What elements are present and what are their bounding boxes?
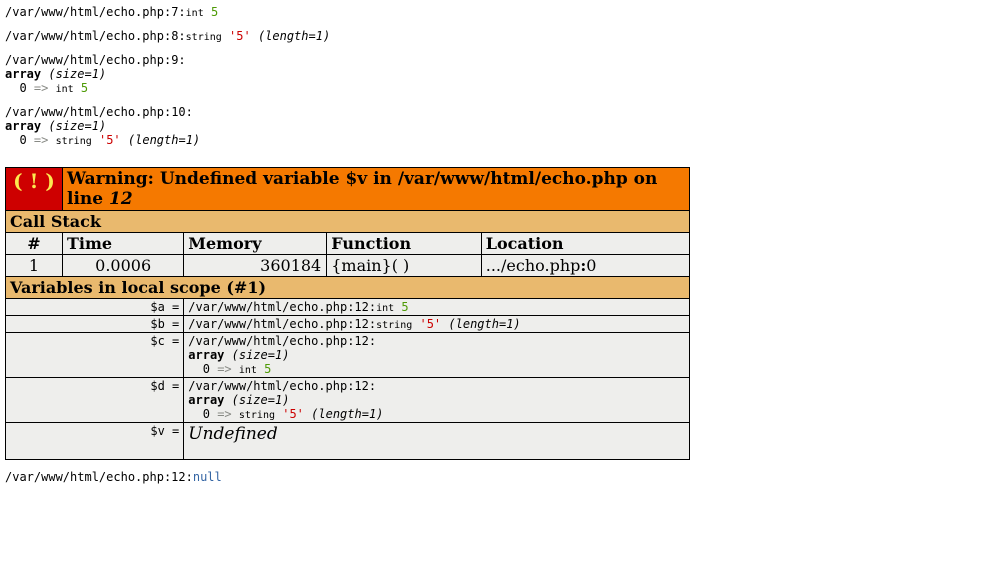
col-time: Time [63,233,184,255]
warning-header-row: ( ! ) Warning: Undefined variable $v in … [6,168,690,211]
var-row-b: $b = /var/www/html/echo.php:12:string '5… [6,316,690,333]
var-label-d: $d = [6,378,184,423]
var-dump-line-7: /var/www/html/echo.php:7:int 5 [5,5,982,19]
col-location: Location [481,233,689,255]
stack-frame-time: 0.0006 [63,255,184,277]
callstack-row: 1 0.0006 360184 {main}( ) .../echo.php:0 [6,255,690,277]
var-label-c: $c = [6,333,184,378]
warning-message: Warning: Undefined variable $v in /var/w… [63,168,690,211]
var-value-d: /var/www/html/echo.php:12: array (size=1… [184,378,690,423]
xdebug-warning-table: ( ! ) Warning: Undefined variable $v in … [5,167,690,460]
callstack-columns: # Time Memory Function Location [6,233,690,255]
var-value-a: /var/www/html/echo.php:12:int 5 [184,299,690,316]
var-value-v: Undefined [184,423,690,460]
var-label-b: $b = [6,316,184,333]
var-dump-line-10: /var/www/html/echo.php:10: array (size=1… [5,105,982,147]
localvars-title: Variables in local scope (#1) [6,277,690,299]
stack-frame-function: {main}( ) [327,255,482,277]
var-row-a: $a = /var/www/html/echo.php:12:int 5 [6,299,690,316]
localvars-header-row: Variables in local scope (#1) [6,277,690,299]
col-memory: Memory [184,233,327,255]
var-dump-line-8: /var/www/html/echo.php:8:string '5' (len… [5,29,982,43]
col-num: # [6,233,63,255]
var-value-b: /var/www/html/echo.php:12:string '5' (le… [184,316,690,333]
stack-frame-location: .../echo.php:0 [481,255,689,277]
var-row-c: $c = /var/www/html/echo.php:12: array (s… [6,333,690,378]
var-row-v: $v = Undefined [6,423,690,460]
stack-frame-memory: 360184 [184,255,327,277]
warning-bang-icon: ( ! ) [6,168,63,211]
callstack-header-row: Call Stack [6,211,690,233]
callstack-title: Call Stack [6,211,690,233]
var-dump-line-12-null: /var/www/html/echo.php:12:null [5,470,982,484]
var-value-c: /var/www/html/echo.php:12: array (size=1… [184,333,690,378]
var-label-v: $v = [6,423,184,460]
stack-frame-num: 1 [6,255,63,277]
var-dump-line-9: /var/www/html/echo.php:9: array (size=1)… [5,53,982,95]
col-function: Function [327,233,482,255]
var-label-a: $a = [6,299,184,316]
var-row-d: $d = /var/www/html/echo.php:12: array (s… [6,378,690,423]
